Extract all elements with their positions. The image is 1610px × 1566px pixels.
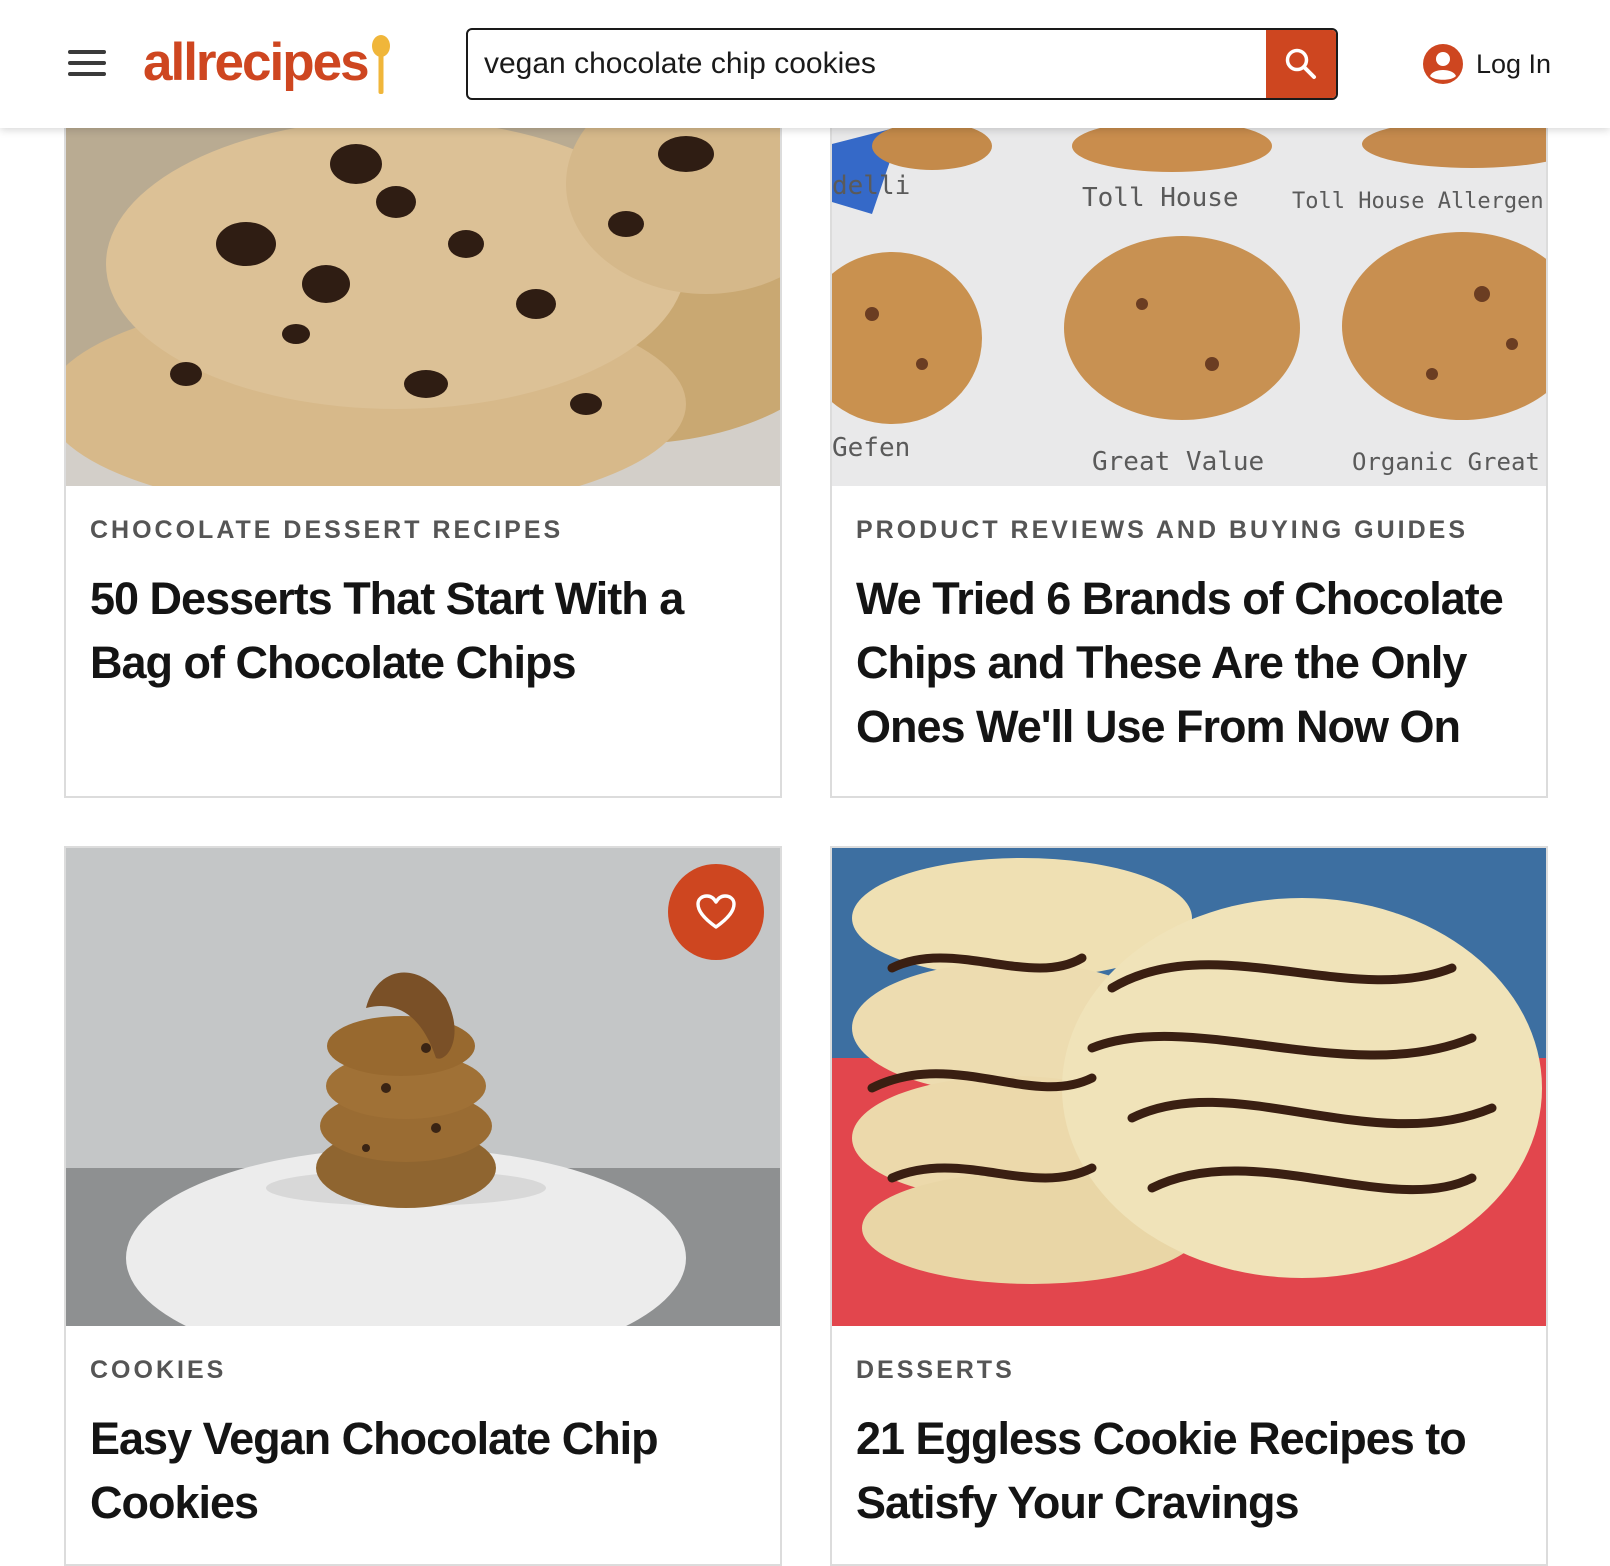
card-image — [832, 848, 1546, 1326]
card-title[interactable]: 50 Desserts That Start With a Bag of Cho… — [90, 567, 756, 695]
login-button[interactable]: Log In — [1422, 42, 1551, 86]
search-button[interactable] — [1266, 30, 1336, 98]
card-category[interactable]: Cookies — [90, 1356, 756, 1385]
card-title[interactable]: 21 Eggless Cookie Recipes to Satisfy You… — [856, 1407, 1522, 1535]
hamburger-menu-icon[interactable] — [66, 46, 110, 80]
save-recipe-button[interactable] — [668, 864, 764, 960]
card-title[interactable]: Easy Vegan Chocolate Chip Cookies — [90, 1407, 756, 1535]
article-card[interactable]: Chocolate Dessert Recipes 50 Desserts Th… — [64, 72, 782, 798]
login-label: Log In — [1476, 48, 1552, 79]
image-label: Great Value — [1092, 447, 1264, 477]
card-title[interactable]: We Tried 6 Brands of Chocolate Chips and… — [856, 567, 1522, 759]
article-card[interactable]: delli Toll House Toll House Allergen Gef… — [830, 72, 1548, 798]
image-label: delli — [832, 171, 910, 201]
image-label: Organic Great V — [1352, 448, 1546, 476]
site-header: allrecipes Log In — [0, 0, 1610, 128]
search-icon — [1285, 48, 1316, 79]
allrecipes-logo[interactable]: allrecipes — [143, 30, 392, 100]
recipe-card[interactable]: Cookies Easy Vegan Chocolate Chip Cookie… — [64, 846, 782, 1566]
search-input[interactable] — [468, 30, 1270, 98]
image-label: Toll House — [1082, 183, 1239, 213]
spoon-icon — [371, 35, 390, 94]
article-card[interactable]: Desserts 21 Eggless Cookie Recipes to Sa… — [830, 846, 1548, 1566]
logo-text: allrecipes — [143, 33, 370, 92]
card-image: delli Toll House Toll House Allergen Gef… — [832, 74, 1546, 486]
search-bar — [466, 28, 1338, 100]
card-image — [66, 848, 780, 1326]
card-category[interactable]: Product Reviews and Buying Guides — [856, 516, 1522, 545]
heart-icon — [696, 894, 736, 929]
image-label: Toll House Allergen — [1292, 189, 1544, 214]
card-category[interactable]: Chocolate Dessert Recipes — [90, 516, 756, 545]
card-category[interactable]: Desserts — [856, 1356, 1522, 1385]
card-image — [66, 74, 780, 486]
user-account-icon — [1423, 44, 1463, 84]
image-label: Gefen — [832, 433, 910, 463]
